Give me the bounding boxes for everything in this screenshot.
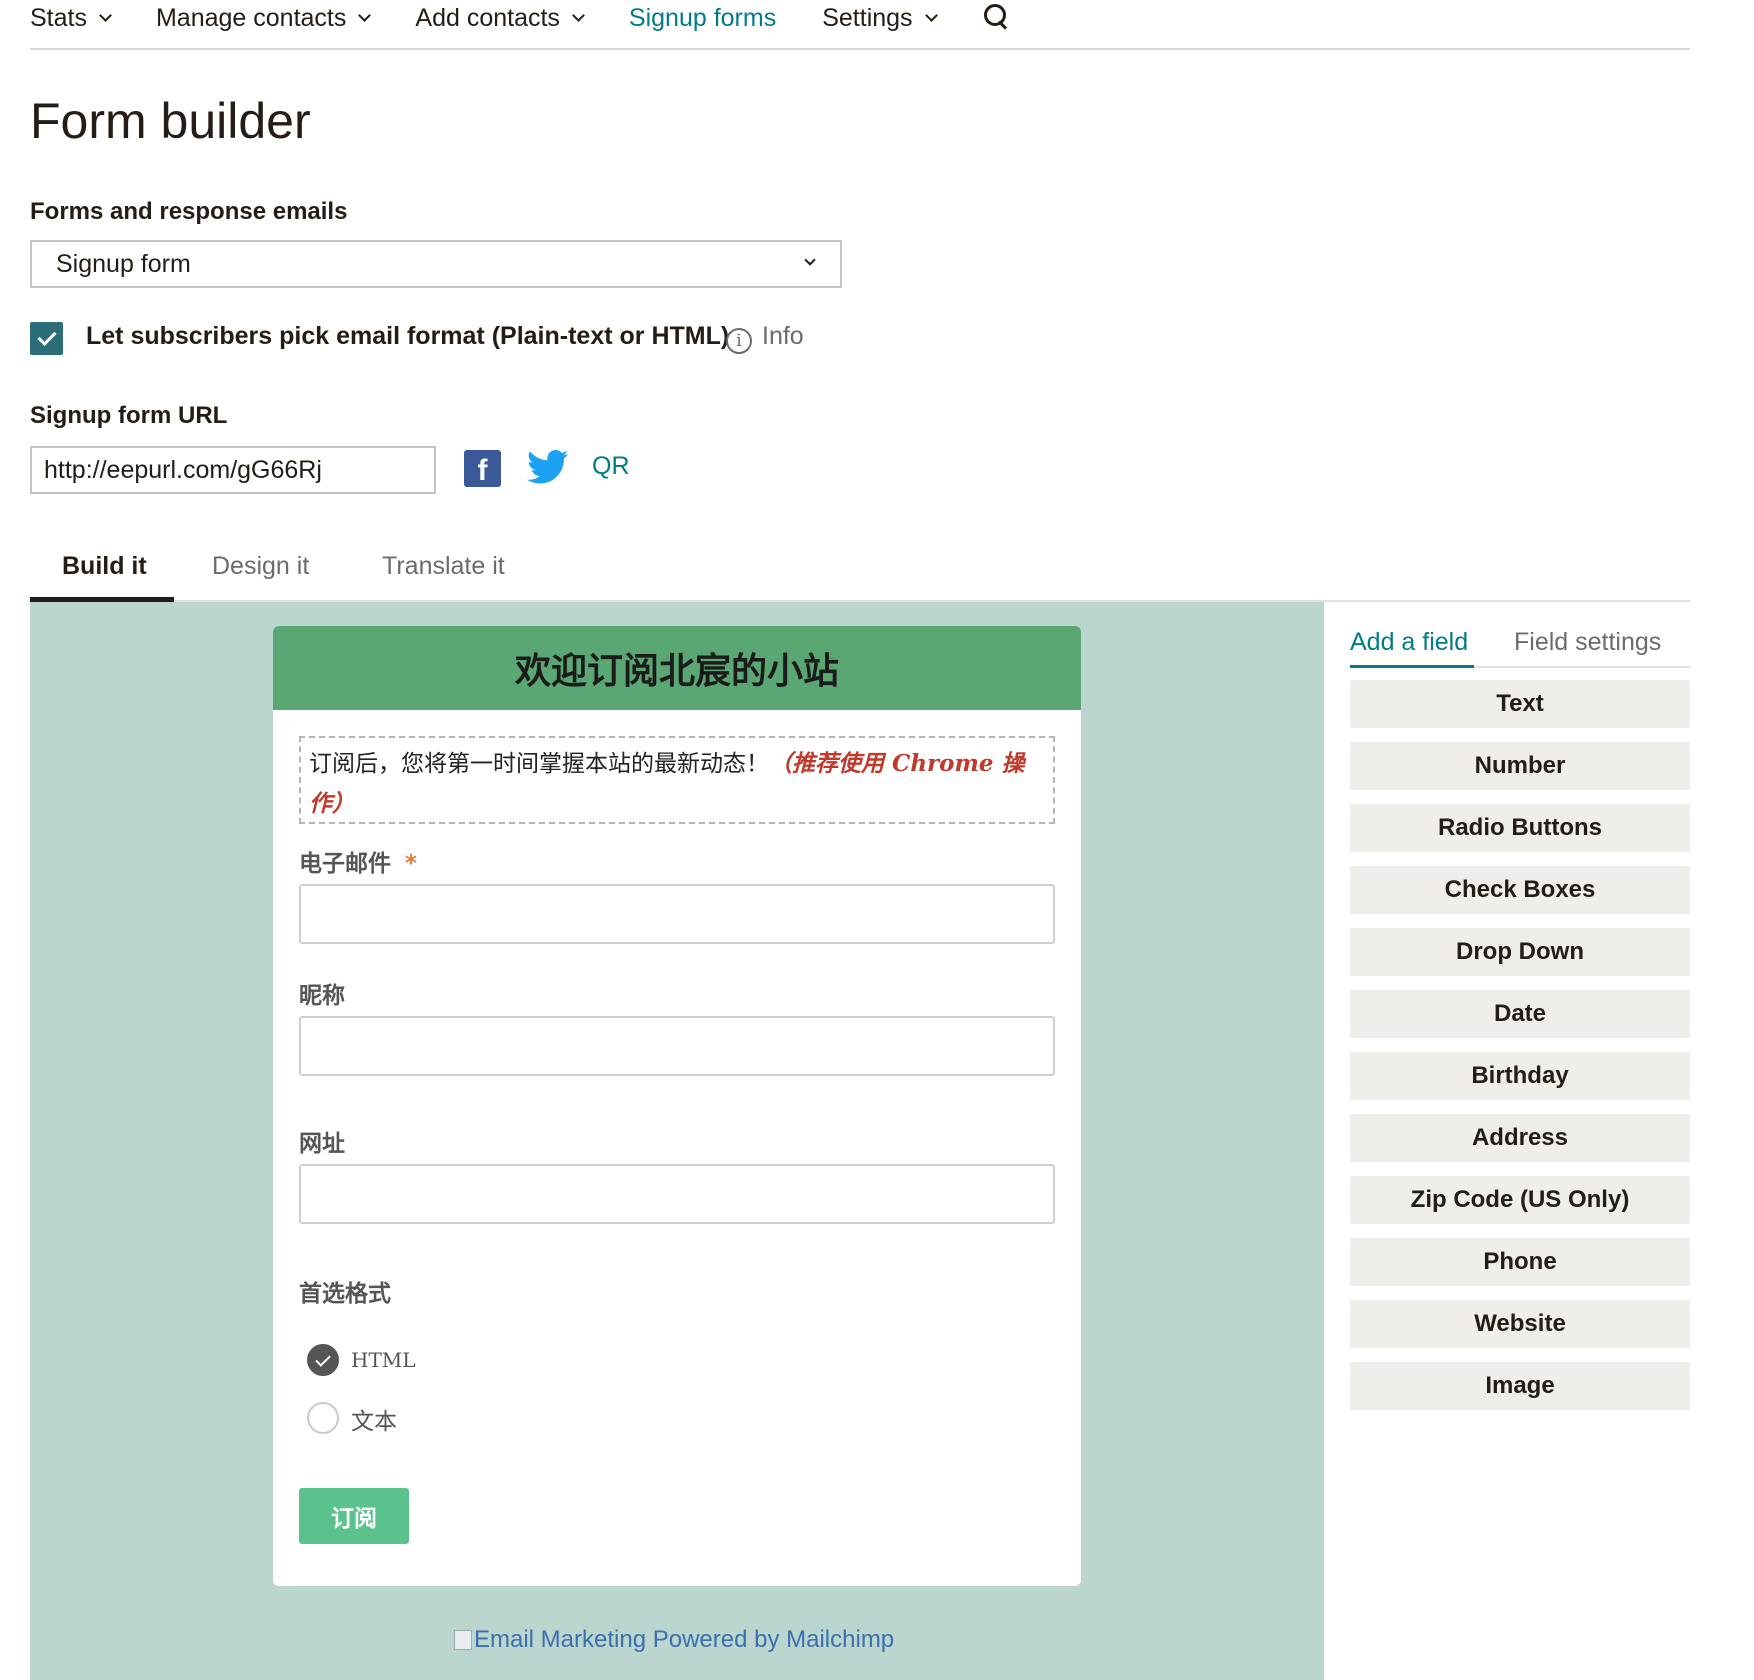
- nav-stats[interactable]: Stats: [30, 0, 112, 36]
- chevron-down-icon: [924, 8, 938, 22]
- search-icon[interactable]: [982, 2, 1012, 32]
- format-field-label[interactable]: 首选格式: [299, 1274, 391, 1308]
- nav-manage-contacts-label: Manage contacts: [155, 3, 347, 32]
- add-number-field-button[interactable]: Number: [1350, 742, 1690, 790]
- tab-add-a-field[interactable]: Add a field: [1350, 628, 1468, 657]
- add-date-field-button[interactable]: Date: [1350, 990, 1690, 1038]
- email-field-label-text: 电子邮件: [299, 851, 391, 877]
- add-check-boxes-field-button[interactable]: Check Boxes: [1350, 866, 1690, 914]
- nickname-field-label[interactable]: 昵称: [299, 976, 345, 1010]
- forms-section-label: Forms and response emails: [30, 198, 348, 225]
- website-field-label[interactable]: 网址: [299, 1124, 345, 1158]
- email-field[interactable]: [299, 884, 1055, 944]
- email-format-checkbox[interactable]: [30, 322, 63, 355]
- chevron-down-icon: [99, 8, 112, 22]
- add-drop-down-field-button[interactable]: Drop Down: [1350, 928, 1690, 976]
- required-marker: *: [405, 851, 418, 877]
- builder-tabs: Build it Design it Translate it: [30, 548, 1690, 602]
- twitter-icon[interactable]: [524, 446, 572, 488]
- chevron-down-icon: [358, 8, 372, 22]
- nickname-field[interactable]: [299, 1016, 1055, 1076]
- add-phone-field-button[interactable]: Phone: [1350, 1238, 1690, 1286]
- nav-add-contacts[interactable]: Add contacts: [415, 0, 585, 36]
- nav-add-contacts-label: Add contacts: [415, 3, 560, 32]
- form-header[interactable]: 欢迎订阅北宸的小站: [273, 626, 1081, 710]
- mailchimp-badge[interactable]: Email Marketing Powered by Mailchimp: [454, 1626, 894, 1654]
- mailchimp-badge-text: Email Marketing Powered by Mailchimp: [474, 1626, 895, 1653]
- format-radio-html-label: HTML: [351, 1348, 416, 1372]
- nav-manage-contacts[interactable]: Manage contacts: [155, 0, 372, 36]
- website-field[interactable]: [299, 1164, 1055, 1224]
- format-radio-text-label: 文本: [351, 1409, 397, 1435]
- form-intro-text[interactable]: 订阅后，您将第一时间掌握本站的最新动态！（推荐使用 Chrome 操作）: [299, 736, 1055, 824]
- field-panel-tabs: Add a field Field settings: [1350, 628, 1690, 668]
- form-type-select[interactable]: Signup form: [30, 240, 842, 288]
- page-title: Form builder: [30, 93, 311, 149]
- url-section-label: Signup form URL: [30, 402, 228, 429]
- form-preview-canvas: 欢迎订阅北宸的小站 订阅后，您将第一时间掌握本站的最新动态！（推荐使用 Chro…: [30, 602, 1324, 1680]
- email-format-label: Let subscribers pick email format (Plain…: [86, 322, 730, 350]
- tab-design-it[interactable]: Design it: [212, 548, 309, 602]
- add-address-field-button[interactable]: Address: [1350, 1114, 1690, 1162]
- chevron-down-icon: [804, 254, 816, 266]
- add-image-field-button[interactable]: Image: [1350, 1362, 1690, 1410]
- nav-stats-label: Stats: [30, 3, 87, 32]
- chevron-down-icon: [572, 8, 585, 22]
- signup-form-card: 欢迎订阅北宸的小站 订阅后，您将第一时间掌握本站的最新动态！（推荐使用 Chro…: [273, 626, 1081, 1586]
- subscribe-button[interactable]: 订阅: [299, 1488, 409, 1544]
- info-icon[interactable]: i: [726, 328, 752, 354]
- top-nav: Stats Manage contacts Add contacts Signu…: [30, 0, 1690, 50]
- nav-signup-forms[interactable]: Signup forms: [629, 0, 776, 36]
- tab-build-it[interactable]: Build it: [62, 548, 147, 602]
- format-radio-text[interactable]: [307, 1402, 339, 1434]
- info-link[interactable]: Info: [762, 322, 804, 351]
- side-tab-indicator: [1350, 665, 1474, 668]
- form-type-select-value: Signup form: [56, 249, 191, 278]
- add-zip-code-field-button[interactable]: Zip Code (US Only): [1350, 1176, 1690, 1224]
- qr-link[interactable]: QR: [592, 452, 630, 481]
- signup-url-field[interactable]: [30, 446, 436, 494]
- tab-field-settings[interactable]: Field settings: [1514, 628, 1661, 657]
- add-website-field-button[interactable]: Website: [1350, 1300, 1690, 1348]
- email-field-label[interactable]: 电子邮件 *: [299, 844, 417, 878]
- nav-settings[interactable]: Settings: [822, 0, 938, 36]
- add-birthday-field-button[interactable]: Birthday: [1350, 1052, 1690, 1100]
- broken-image-icon: [454, 1630, 472, 1650]
- format-radio-html[interactable]: [307, 1344, 339, 1376]
- add-text-field-button[interactable]: Text: [1350, 680, 1690, 728]
- nav-signup-forms-label: Signup forms: [628, 3, 777, 32]
- tab-translate-it[interactable]: Translate it: [382, 548, 505, 602]
- facebook-icon[interactable]: f: [464, 450, 501, 487]
- add-radio-buttons-field-button[interactable]: Radio Buttons: [1350, 804, 1690, 852]
- nav-settings-label: Settings: [822, 3, 913, 32]
- intro-text: 订阅后，您将第一时间掌握本站的最新动态！: [309, 751, 769, 777]
